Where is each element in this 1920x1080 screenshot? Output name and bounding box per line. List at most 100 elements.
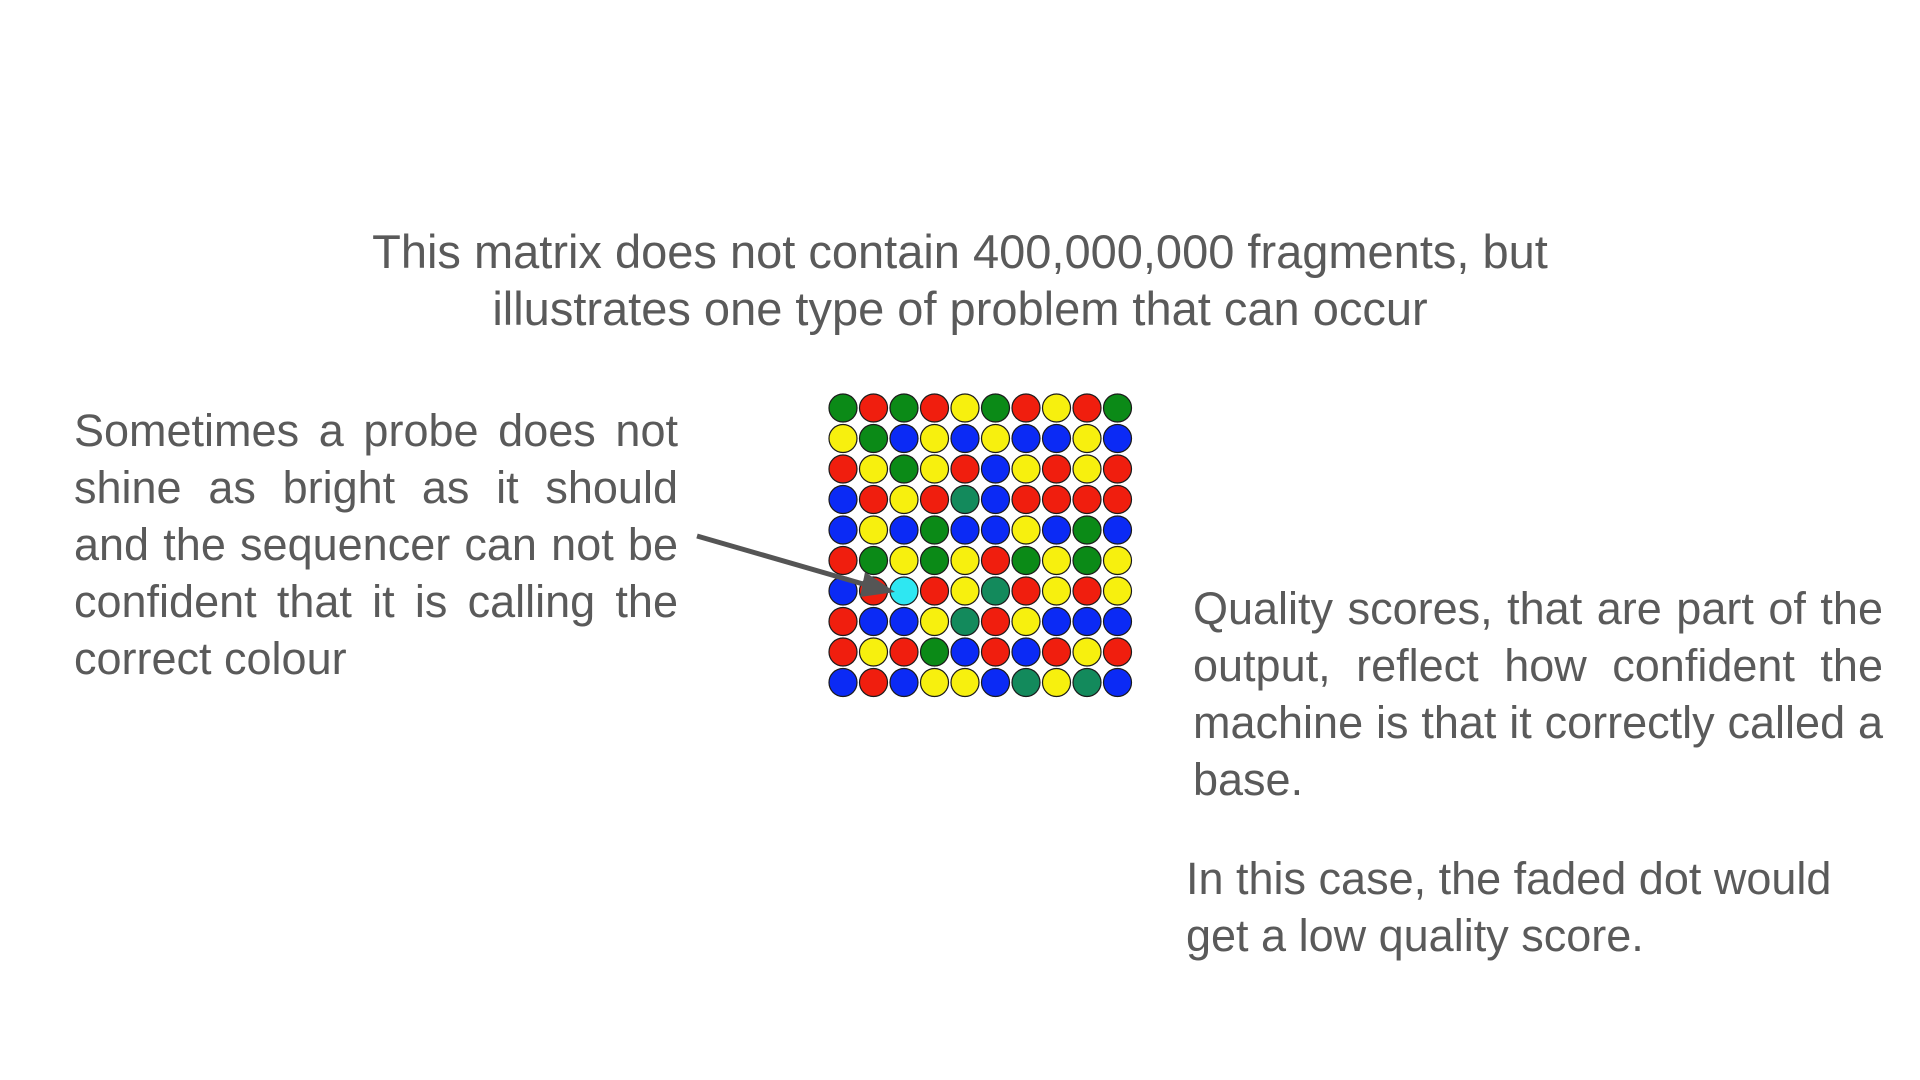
matrix-dot xyxy=(889,484,919,515)
matrix-dot xyxy=(1041,484,1072,515)
faded-dot xyxy=(889,576,919,606)
matrix-dot xyxy=(1072,606,1102,637)
matrix-dot xyxy=(950,576,980,606)
matrix-dot xyxy=(828,423,858,454)
matrix-dot xyxy=(858,606,889,637)
matrix-dot xyxy=(950,454,980,484)
title-line-2: illustrates one type of problem that can… xyxy=(492,282,1428,335)
matrix-dot xyxy=(1041,637,1072,667)
matrix-dot xyxy=(1041,515,1072,545)
matrix-dot xyxy=(1072,667,1102,698)
matrix-dot xyxy=(1041,606,1072,637)
matrix-dot xyxy=(828,545,858,576)
matrix-dot xyxy=(828,637,858,667)
slide-title: This matrix does not contain 400,000,000… xyxy=(300,223,1620,337)
matrix-dot xyxy=(1072,393,1102,423)
matrix-dot xyxy=(858,576,889,606)
matrix-dot xyxy=(889,423,919,454)
matrix-dot xyxy=(889,515,919,545)
dot-matrix xyxy=(828,393,1133,698)
matrix-dot xyxy=(1102,606,1133,637)
matrix-dot xyxy=(1041,576,1072,606)
matrix-dot xyxy=(950,393,980,423)
matrix-dot xyxy=(919,667,950,698)
matrix-dot xyxy=(828,576,858,606)
matrix-dot xyxy=(858,515,889,545)
matrix-dot xyxy=(1011,637,1041,667)
title-line-1: This matrix does not contain 400,000,000… xyxy=(372,225,1548,278)
matrix-dot xyxy=(980,637,1011,667)
matrix-dot xyxy=(1011,515,1041,545)
matrix-dot xyxy=(950,637,980,667)
matrix-dot xyxy=(858,484,889,515)
matrix-dot xyxy=(889,545,919,576)
matrix-dot xyxy=(980,606,1011,637)
pointer-arrowhead xyxy=(860,572,895,597)
matrix-dot xyxy=(1041,667,1072,698)
matrix-dot xyxy=(980,423,1011,454)
matrix-dot xyxy=(889,667,919,698)
matrix-dot xyxy=(1011,454,1041,484)
matrix-dot xyxy=(889,606,919,637)
matrix-dot xyxy=(1011,423,1041,454)
matrix-dot xyxy=(980,545,1011,576)
matrix-dot xyxy=(919,454,950,484)
matrix-dot xyxy=(950,423,980,454)
matrix-dot xyxy=(889,454,919,484)
matrix-dot xyxy=(950,484,980,515)
matrix-dot xyxy=(828,667,858,698)
matrix-dot xyxy=(1102,454,1133,484)
matrix-dot xyxy=(1072,454,1102,484)
matrix-dot xyxy=(919,423,950,454)
matrix-dot xyxy=(950,545,980,576)
matrix-dot xyxy=(828,606,858,637)
matrix-dot xyxy=(1072,637,1102,667)
matrix-dot xyxy=(919,515,950,545)
matrix-dot xyxy=(1102,393,1133,423)
matrix-dot xyxy=(828,393,858,423)
matrix-dot xyxy=(980,484,1011,515)
matrix-dot xyxy=(1102,576,1133,606)
matrix-dot xyxy=(950,515,980,545)
matrix-dot xyxy=(889,393,919,423)
matrix-dot xyxy=(980,454,1011,484)
probe-explanation-text: Sometimes a probe does not shine as brig… xyxy=(74,405,678,684)
matrix-dot xyxy=(919,606,950,637)
quality-score-text: Quality scores, that are part of the out… xyxy=(1193,583,1883,805)
matrix-dot xyxy=(1011,576,1041,606)
matrix-dot xyxy=(858,545,889,576)
matrix-dot xyxy=(1011,393,1041,423)
matrix-dot xyxy=(980,667,1011,698)
matrix-dot xyxy=(828,454,858,484)
matrix-dot xyxy=(858,637,889,667)
matrix-dot xyxy=(858,423,889,454)
matrix-dot xyxy=(950,667,980,698)
matrix-dot xyxy=(980,393,1011,423)
matrix-dot xyxy=(1041,393,1072,423)
matrix-dot xyxy=(1102,545,1133,576)
pointer-arrow-line xyxy=(696,533,871,589)
matrix-dot xyxy=(1072,484,1102,515)
matrix-dot xyxy=(980,515,1011,545)
matrix-dot xyxy=(1011,545,1041,576)
matrix-dot xyxy=(1102,423,1133,454)
matrix-dot xyxy=(1102,667,1133,698)
matrix-dot xyxy=(858,393,889,423)
matrix-dot xyxy=(1041,454,1072,484)
matrix-dot xyxy=(1011,484,1041,515)
matrix-dot xyxy=(858,667,889,698)
matrix-dot xyxy=(1102,515,1133,545)
matrix-dot xyxy=(1072,515,1102,545)
matrix-dot xyxy=(1072,576,1102,606)
matrix-dot xyxy=(950,606,980,637)
matrix-dot xyxy=(828,515,858,545)
matrix-dot xyxy=(919,545,950,576)
matrix-dot xyxy=(980,576,1011,606)
matrix-dot xyxy=(858,454,889,484)
matrix-dot xyxy=(1102,637,1133,667)
matrix-dot xyxy=(919,637,950,667)
matrix-dot xyxy=(1011,667,1041,698)
matrix-dot xyxy=(1072,545,1102,576)
faded-dot-text: In this case, the faded dot would get a … xyxy=(1186,853,1832,961)
matrix-dot xyxy=(1011,606,1041,637)
